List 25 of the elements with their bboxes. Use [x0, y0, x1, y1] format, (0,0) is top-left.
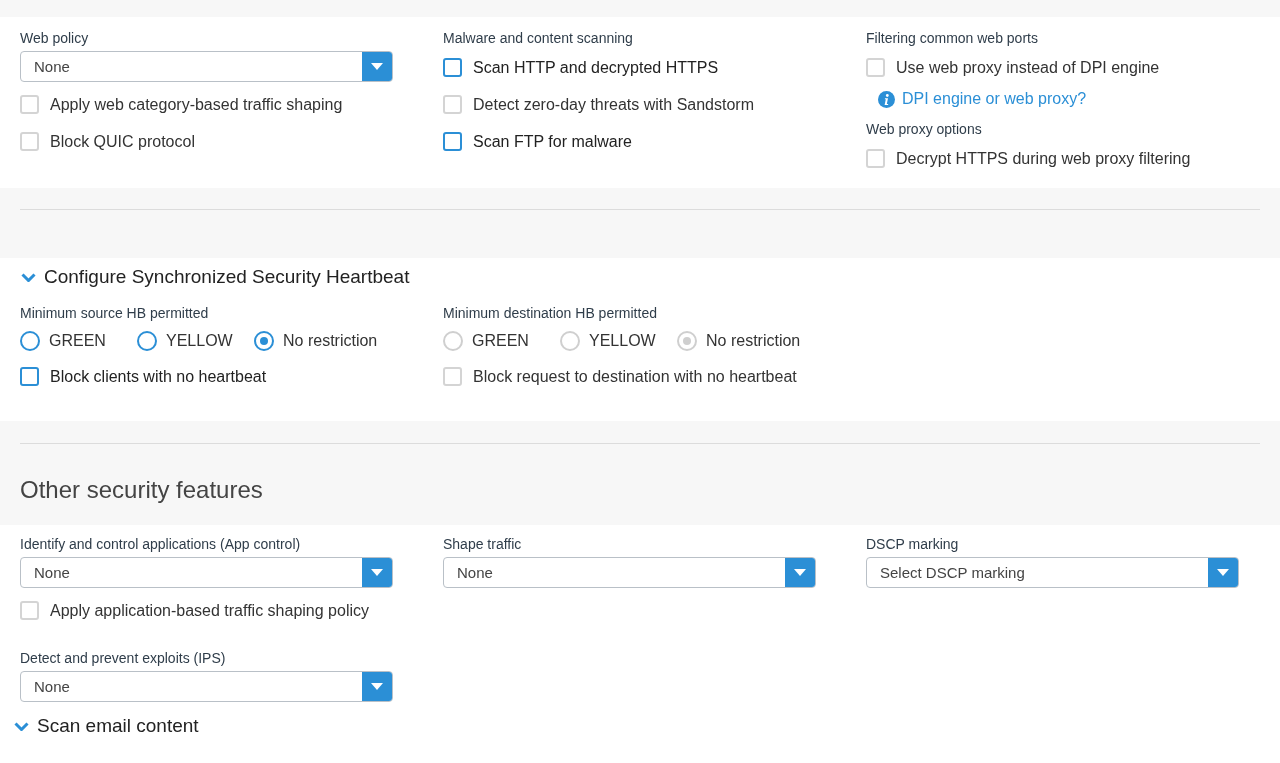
checkbox-label[interactable]: Scan FTP for malware — [473, 129, 632, 154]
checkbox-label[interactable]: Scan HTTP and decrypted HTTPS — [473, 55, 719, 80]
section-title[interactable]: Configure Synchronized Security Heartbeat — [44, 262, 410, 292]
dropdown-select[interactable]: None — [443, 557, 816, 588]
dropdown-select[interactable]: Select DSCP marking — [866, 557, 1239, 588]
field-label: DSCP marking — [866, 535, 959, 554]
dropdown-select[interactable]: None — [20, 51, 393, 82]
dropdown-select[interactable]: None — [20, 671, 393, 702]
radio-label[interactable]: YELLOW — [166, 329, 233, 353]
field-label: Identify and control applications (App control) — [20, 535, 301, 554]
field-label: Filtering common web ports — [866, 29, 1038, 48]
radio-label[interactable]: GREEN — [49, 329, 106, 353]
field-label: Detect and prevent exploits (IPS) — [20, 649, 226, 668]
field-label: Web proxy options — [866, 120, 982, 139]
section-heading: Other security features — [20, 475, 264, 505]
field-label: Shape traffic — [443, 535, 522, 554]
checkbox-label[interactable]: Block clients with no heartbeat — [50, 364, 267, 389]
field-label: Malware and content scanning — [443, 29, 633, 48]
dropdown-select[interactable]: None — [20, 557, 393, 588]
field-label: Web policy — [20, 29, 89, 48]
section-title[interactable]: Scan email content — [37, 711, 199, 741]
field-label: Minimum destination HB permitted — [443, 304, 657, 323]
radio-label[interactable]: No restriction — [283, 329, 378, 353]
help-link[interactable]: DPI engine or web proxy? — [902, 87, 1087, 111]
field-label: Minimum source HB permitted — [20, 304, 209, 323]
